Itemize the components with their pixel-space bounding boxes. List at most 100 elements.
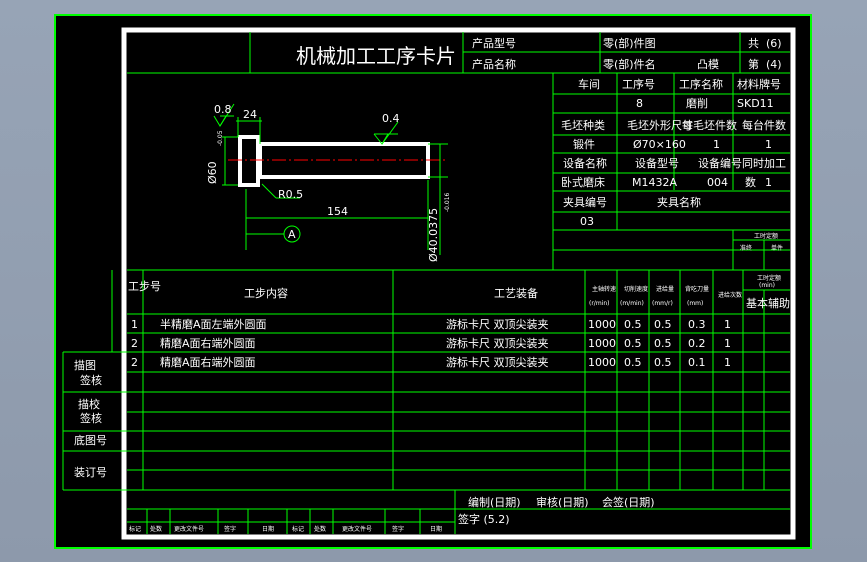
op-no-value: 8 [636,97,643,110]
row-equipment: 游标卡尺 双顶尖装夹 [446,317,549,331]
row-feed: 0.5 [654,337,672,350]
dim-shaft-dia: Ø40.0375 [427,208,440,262]
footer-review: 审核(日期) [536,495,589,509]
simul-value: 1 [765,176,772,189]
rev-file: 更改文件号 [174,525,204,533]
blank-count-label: 每毛坯件数 [682,118,737,132]
workshop-label: 车间 [578,77,600,91]
card-title: 机械加工工序卡片 [296,44,456,68]
hdr-passes: 进给次数 [718,291,742,299]
product-model-label: 产品型号 [472,36,516,50]
hdr-content: 工步内容 [244,286,288,300]
page-value: (4) [766,58,782,71]
page-label: 第 [748,57,759,71]
op-name-label: 工序名称 [679,77,723,91]
hdr-cut-speed: 切削速度 [624,285,648,293]
rev-date: 日期 [262,525,274,533]
row-step-no: 1 [131,318,138,331]
hdr-step-no: 工步号 [128,280,161,293]
hdr-equipment: 工艺装备 [494,286,538,300]
material-value: SKD11 [737,97,774,110]
hdr-time-unit: (min) [759,282,775,289]
blank-size-value: Ø70×160 [633,138,686,151]
dim-head-tol: -0.05 [217,130,224,146]
dim-radius: R0.5 [278,188,303,201]
row-content: 半精磨A面左端外圆面 [160,317,267,331]
row-equipment: 游标卡尺 双顶尖装夹 [446,336,549,350]
op-name-value: 磨削 [686,96,708,110]
hdr-basic: 基本 [746,296,768,310]
roughness-right: 0.4 [382,112,400,125]
hdr-time: 工时定额 [757,274,781,282]
equip-name-label: 设备名称 [563,156,607,170]
row-spindle: 1000 [588,318,616,331]
row-passes: 1 [724,337,731,350]
row-spindle: 1000 [588,337,616,350]
total-value: (6) [766,37,782,50]
side-binding-no: 装订号 [74,466,107,479]
roughness-left: 0.8 [214,103,232,116]
row-spindle: 1000 [588,356,616,369]
footer-compile: 编制(日期) [468,495,521,509]
material-label: 材料牌号 [737,77,781,91]
blank-type-value: 锻件 [573,137,595,151]
hdr-feed-unit: (mm/r) [652,300,673,307]
row-content: 精磨A面右端外圆面 [160,336,256,350]
row-speed: 0.5 [624,356,642,369]
row-passes: 1 [724,318,731,331]
rev-sign-2: 签字 [392,525,404,533]
hdr-depth: 背吃刀量 [685,285,709,293]
hdr-spindle-unit: (r/min) [589,300,609,307]
hdr-aux: 辅助 [768,296,790,310]
blank-count-value: 1 [713,138,720,151]
hdr-feed: 进给量 [656,285,674,293]
rev-mark: 标记 [129,525,141,533]
equip-no-value: 004 [707,176,728,189]
rev-mark-2: 标记 [292,525,304,533]
blank-type-label: 毛坯种类 [561,118,605,132]
fixture-no-label: 夹具编号 [563,195,607,209]
dim-head-dia: Ø60 [206,161,219,184]
row-content: 精磨A面右端外圆面 [160,355,256,369]
dim-head-len: 24 [243,108,257,121]
row-step-no: 2 [131,337,138,350]
row-equipment: 游标卡尺 双顶尖装夹 [446,355,549,369]
side-check2: 签核 [80,411,102,425]
drawing-sheet-frame [54,14,812,549]
hdr-spindle: 主轴转速 [592,285,616,293]
side-base-no: 底图号 [74,433,107,447]
rev-count: 处数 [150,525,162,533]
fixture-name-label: 夹具名称 [657,195,701,209]
dim-length: 154 [327,205,348,218]
row-speed: 0.5 [624,337,642,350]
row-feed: 0.5 [654,318,672,331]
rev-sign: 签字 [224,525,236,533]
row-passes: 1 [724,356,731,369]
row-depth: 0.2 [688,337,706,350]
row-feed: 0.5 [654,356,672,369]
rev-count-2: 处数 [314,525,326,533]
side-trace-check: 描校 [78,397,100,411]
equip-no-label: 设备编号 [698,156,742,170]
equip-model-label: 设备型号 [635,156,679,170]
row-depth: 0.3 [688,318,706,331]
part-no-label: 零(部)件图 [603,36,656,50]
total-label: 共 [748,37,759,50]
hours-sub2: 单件 [771,244,783,252]
equip-name-value: 卧式磨床 [561,175,605,189]
footer-signature: 签字 (5.2) [458,512,510,526]
side-check1: 签核 [80,373,102,387]
hdr-depth-unit: (mm) [687,300,703,307]
part-name-value: 凸模 [697,58,719,71]
per-set-label: 每台件数 [742,118,786,132]
per-set-value: 1 [765,138,772,151]
simul-label: 同时加工 [742,157,786,170]
datum-label: A [288,228,296,241]
side-trace: 描图 [74,358,96,372]
rev-file-2: 更改文件号 [342,525,372,533]
row-speed: 0.5 [624,318,642,331]
rev-date-2: 日期 [430,525,442,533]
simul-count-label: 数 [745,176,756,189]
cad-viewport[interactable]: 机械加工工序卡片 产品型号 产品名称 零(部)件图 零(部)件名 凸模 共 (6… [0,0,867,562]
row-depth: 0.1 [688,356,706,369]
